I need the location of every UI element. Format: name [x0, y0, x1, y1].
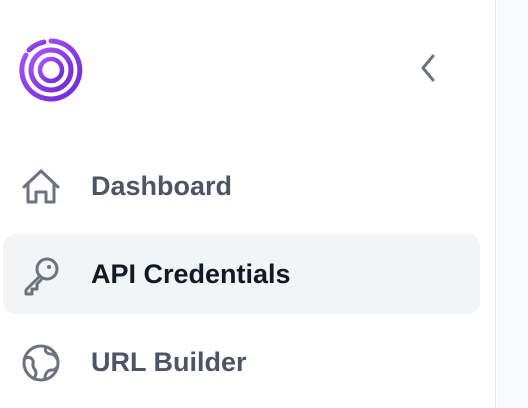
home-icon	[20, 166, 62, 208]
collapse-sidebar-button[interactable]	[408, 50, 448, 90]
sidebar-item-url-builder[interactable]: URL Builder	[3, 322, 480, 402]
main-content-area	[497, 0, 528, 408]
app-window: Dashboard API Credentials URL Builder	[0, 0, 528, 408]
sidebar-item-label: Dashboard	[91, 171, 233, 201]
sidebar: Dashboard API Credentials URL Builder	[0, 0, 496, 408]
logo-icon[interactable]	[18, 37, 84, 103]
sidebar-item-label: URL Builder	[91, 347, 247, 377]
sidebar-item-label: API Credentials	[91, 259, 291, 289]
key-icon	[20, 254, 62, 296]
sidebar-item-api-credentials[interactable]: API Credentials	[3, 234, 480, 314]
sidebar-item-dashboard[interactable]: Dashboard	[3, 146, 480, 226]
globe-icon	[20, 342, 62, 384]
chevron-left-icon	[418, 52, 438, 89]
